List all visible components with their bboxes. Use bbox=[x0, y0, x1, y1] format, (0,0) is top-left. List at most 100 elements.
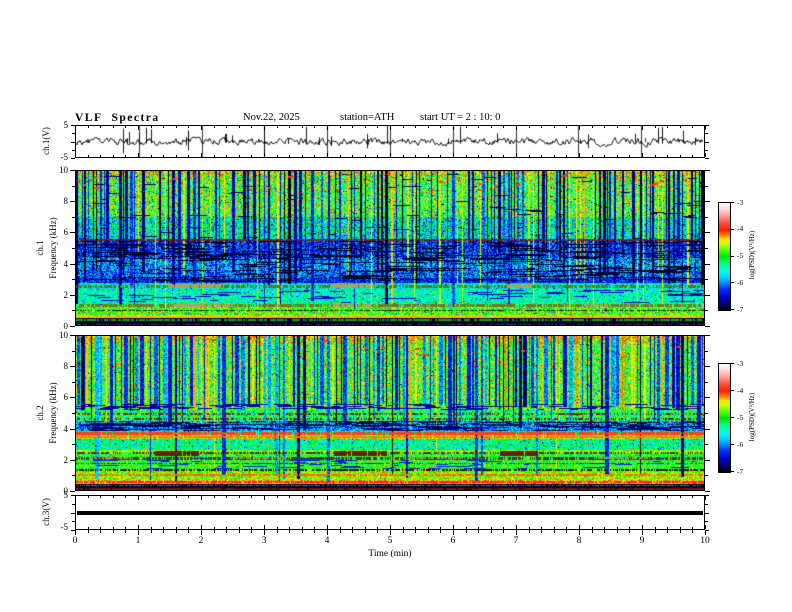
axis-tick bbox=[125, 126, 126, 128]
axis-tick bbox=[70, 264, 75, 265]
ch2-spectrogram-panel bbox=[75, 335, 705, 491]
axis-tick bbox=[705, 158, 709, 159]
axis-tick bbox=[617, 496, 618, 498]
axis-tick bbox=[176, 155, 177, 157]
axis-tick bbox=[428, 126, 429, 128]
axis-tick bbox=[377, 527, 378, 529]
axis-tick bbox=[72, 444, 75, 445]
axis-tick bbox=[705, 513, 709, 514]
axis-tick bbox=[478, 155, 479, 157]
axis-tick bbox=[655, 155, 656, 157]
axis-tick bbox=[642, 530, 643, 535]
axis-tick bbox=[70, 170, 75, 171]
spec2-axis-label: Frequency (kHz) bbox=[48, 382, 58, 444]
axis-tick bbox=[188, 155, 189, 157]
axis-tick bbox=[491, 496, 492, 498]
axis-tick bbox=[289, 126, 290, 128]
axis-tick bbox=[415, 496, 416, 498]
axis-tick bbox=[71, 158, 75, 159]
axis-tick bbox=[705, 326, 710, 327]
axis-tick bbox=[692, 527, 693, 529]
axis-tick bbox=[125, 496, 126, 498]
axis-tick bbox=[680, 527, 681, 529]
axis-tick bbox=[314, 126, 315, 128]
axis-tick bbox=[655, 126, 656, 128]
axis-tick bbox=[365, 527, 366, 529]
axis-tick bbox=[491, 527, 492, 529]
axis-tick bbox=[705, 444, 708, 445]
axis-tick bbox=[71, 513, 75, 514]
axis-tick bbox=[72, 475, 75, 476]
axis-tick bbox=[579, 126, 580, 130]
axis-tick bbox=[214, 530, 215, 533]
ch3-ytick-bottom: -5 bbox=[60, 522, 69, 532]
axis-tick bbox=[705, 429, 710, 430]
axis-tick bbox=[617, 530, 618, 533]
axis-tick bbox=[692, 126, 693, 128]
spec2-ytick: 10 bbox=[59, 330, 68, 340]
axis-tick bbox=[428, 496, 429, 498]
axis-tick bbox=[705, 496, 706, 500]
axis-tick bbox=[705, 142, 709, 143]
axis-tick bbox=[71, 125, 75, 126]
axis-tick bbox=[289, 496, 290, 498]
axis-tick bbox=[390, 126, 391, 130]
axis-tick bbox=[365, 496, 366, 498]
ch1-spectrogram-canvas bbox=[76, 171, 704, 325]
colorbar-tick-label: -3 bbox=[737, 359, 744, 368]
axis-tick bbox=[138, 525, 139, 529]
axis-tick bbox=[188, 527, 189, 529]
axis-tick bbox=[138, 530, 139, 535]
axis-tick bbox=[705, 335, 710, 336]
axis-tick bbox=[554, 155, 555, 157]
axis-tick bbox=[592, 496, 593, 498]
axis-tick bbox=[667, 527, 668, 529]
axis-tick bbox=[705, 125, 709, 126]
axis-tick bbox=[88, 155, 89, 157]
xtick-label: 3 bbox=[261, 536, 267, 546]
axis-tick bbox=[226, 155, 227, 157]
axis-tick bbox=[277, 496, 278, 498]
axis-tick bbox=[705, 397, 710, 398]
axis-tick bbox=[592, 126, 593, 128]
axis-tick bbox=[440, 496, 441, 498]
axis-tick bbox=[352, 527, 353, 529]
spec2-ytick: 8 bbox=[63, 361, 69, 371]
axis-tick bbox=[529, 155, 530, 157]
axis-tick bbox=[75, 496, 76, 500]
axis-tick bbox=[705, 279, 708, 280]
xtick-label: 0 bbox=[72, 536, 78, 546]
axis-tick bbox=[516, 525, 517, 529]
axis-tick bbox=[503, 126, 504, 128]
header-station: station=ATH bbox=[340, 112, 395, 123]
axis-tick bbox=[692, 496, 693, 498]
axis-tick bbox=[566, 155, 567, 157]
spec2-channel-label: ch.2 bbox=[35, 405, 45, 421]
axis-tick bbox=[466, 527, 467, 529]
axis-tick bbox=[72, 382, 75, 383]
colorbar-tick-label: -6 bbox=[737, 440, 744, 449]
axis-tick bbox=[239, 496, 240, 498]
spec1-ytick: 10 bbox=[59, 165, 68, 175]
axis-tick bbox=[390, 530, 391, 535]
axis-tick bbox=[415, 126, 416, 128]
axis-tick bbox=[71, 142, 75, 143]
axis-tick bbox=[302, 527, 303, 529]
axis-tick bbox=[214, 126, 215, 128]
axis-tick bbox=[617, 155, 618, 157]
axis-tick bbox=[327, 126, 328, 130]
axis-tick bbox=[705, 460, 710, 461]
colorbar-tick-label: -4 bbox=[737, 386, 744, 395]
axis-tick bbox=[667, 530, 668, 533]
axis-tick bbox=[403, 527, 404, 529]
axis-tick bbox=[566, 496, 567, 498]
axis-tick bbox=[302, 496, 303, 498]
axis-tick bbox=[705, 217, 708, 218]
axis-tick bbox=[72, 186, 75, 187]
axis-tick bbox=[72, 504, 75, 505]
axis-tick bbox=[226, 530, 227, 533]
axis-tick bbox=[352, 126, 353, 128]
axis-tick bbox=[503, 496, 504, 498]
axis-tick bbox=[239, 530, 240, 533]
axis-tick bbox=[327, 496, 328, 500]
